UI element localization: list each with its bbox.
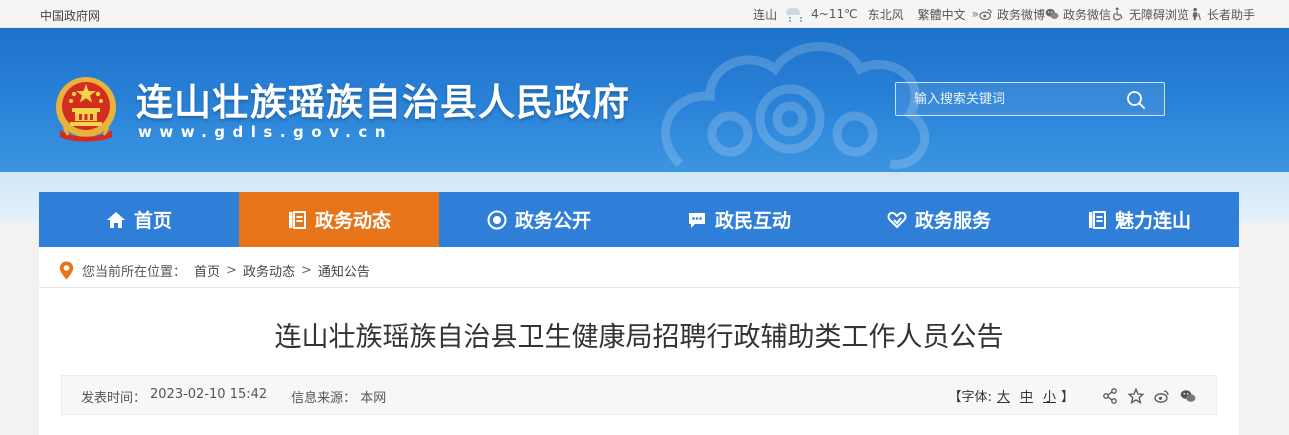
weather-temp: 4~11℃ [811,7,858,21]
content-panel: 您当前所在位置： 首页 > 政务动态 > 通知公告 连山壮族瑶族自治县卫生健康局… [39,247,1239,435]
heart-hand-icon [887,211,907,228]
breadcrumb-separator: > [226,263,237,278]
nav-item-charm-lianshan-label: 魅力连山 [1114,210,1191,232]
site-title: 连山壮族瑶族自治县人民政府 [136,81,630,124]
site-header-banner: 连山壮族瑶族自治县人民政府 www.gdls.gov.cn [0,28,1289,172]
breadcrumb-divider [39,287,1239,288]
search-input[interactable] [896,83,1120,115]
nav-item-gov-news-label: 政务动态 [314,210,391,232]
publish-time: 2023-02-10 15:42 [150,387,268,402]
nav-item-charm-lianshan[interactable]: 魅力连山 [1039,192,1239,247]
top-utility-bar: 中国政府网 连山 4~11℃ 东北风 繁體中文 政务微博 [0,0,1289,28]
source-label: 信息来源： [291,391,357,406]
publish-time-label: 发表时间： [81,391,147,406]
weather-wind: 东北风 [867,7,904,22]
eye-icon [487,210,507,229]
source-value: 本网 [360,391,387,406]
elder-assistant-link[interactable]: 长者助手 [1189,6,1255,23]
national-emblem-icon [56,77,116,142]
font-size-label-close: 】 [1060,390,1074,405]
home-icon [106,211,125,228]
traditional-chinese-link[interactable]: 繁體中文 [918,6,979,23]
nav-item-interaction-label: 政民互动 [714,210,791,232]
font-size-label-open: 【字体: [948,390,992,405]
share-icon[interactable] [1102,387,1118,404]
breadcrumb-home[interactable]: 首页 [194,261,220,280]
weather-city: 连山 [753,7,778,22]
wechat-share-icon[interactable] [1180,388,1196,404]
topbar-right: 连山 4~11℃ 东北风 繁體中文 政务微博 政务微信 [753,5,1255,23]
weibo-label: 政务微博 [996,7,1045,22]
wechat-link[interactable]: 政务微信 [1045,6,1111,23]
favorite-star-icon[interactable] [1128,387,1144,404]
breadcrumb-separator: > [300,263,312,278]
location-pin-icon [59,261,74,280]
site-url: www.gdls.gov.cn [138,123,393,141]
rain-cloud-icon [783,7,805,21]
breadcrumb-notice[interactable]: 通知公告 [318,261,370,280]
nav-item-gov-service[interactable]: 政务服务 [839,192,1039,247]
nav-item-gov-news[interactable]: 政务动态 [239,192,439,247]
wechat-icon [1045,8,1059,19]
font-size-medium-button[interactable]: 中 [1020,386,1033,405]
article-meta-info: 发表时间： 2023-02-10 15:42 信息来源： 本网 [81,387,386,406]
nav-item-home[interactable]: 首页 [39,192,239,247]
weibo-link[interactable]: 政务微博 [979,6,1045,23]
breadcrumb: 您当前所在位置： 首页 > 政务动态 > 通知公告 [59,261,370,280]
wheelchair-icon [1113,7,1123,21]
article-meta-bar: 发表时间： 2023-02-10 15:42 信息来源： 本网 【字体: 大 中… [61,375,1217,415]
search-icon[interactable] [1126,90,1146,110]
font-size-large-button[interactable]: 大 [997,386,1010,405]
breadcrumb-gov-news[interactable]: 政务动态 [243,261,295,280]
list-icon [288,210,306,229]
elder-assistant-label: 长者助手 [1206,7,1255,22]
traditional-chinese-label: 繁體中文 [917,7,966,22]
nav-item-gov-service-label: 政务服务 [914,210,991,232]
nav-item-gov-disclosure-label: 政务公开 [514,210,591,232]
gov-portal-link[interactable]: 中国政府网 [40,7,100,24]
book-icon [1088,210,1106,229]
search-box [895,82,1165,116]
nav-item-interaction[interactable]: 政民互动 [639,192,839,247]
weibo-share-icon[interactable] [1154,388,1170,404]
accessible-browse-label: 无障碍浏览 [1128,7,1189,22]
wechat-label: 政务微信 [1062,7,1111,22]
article-title: 连山壮族瑶族自治县卫生健康局招聘行政辅助类工作人员公告 [274,322,1004,353]
chat-icon [688,212,705,228]
font-size-switcher: 【字体: 大 中 小 】 [949,386,1074,405]
accessible-browse-link[interactable]: 无障碍浏览 [1111,6,1189,23]
weibo-icon [979,9,992,20]
weather-widget: 连山 4~11℃ 东北风 [753,6,903,23]
nav-item-home-label: 首页 [133,210,172,232]
elder-person-icon [1192,7,1201,21]
breadcrumb-prefix: 您当前所在位置： [82,265,187,280]
nav-item-gov-disclosure[interactable]: 政务公开 [439,192,639,247]
font-size-small-button[interactable]: 小 [1043,386,1056,405]
article-tools: 【字体: 大 中 小 】 [949,386,1196,405]
main-nav: 首页 政务动态 政务公开 政民互动 政务服务 魅力连山 [39,192,1239,247]
